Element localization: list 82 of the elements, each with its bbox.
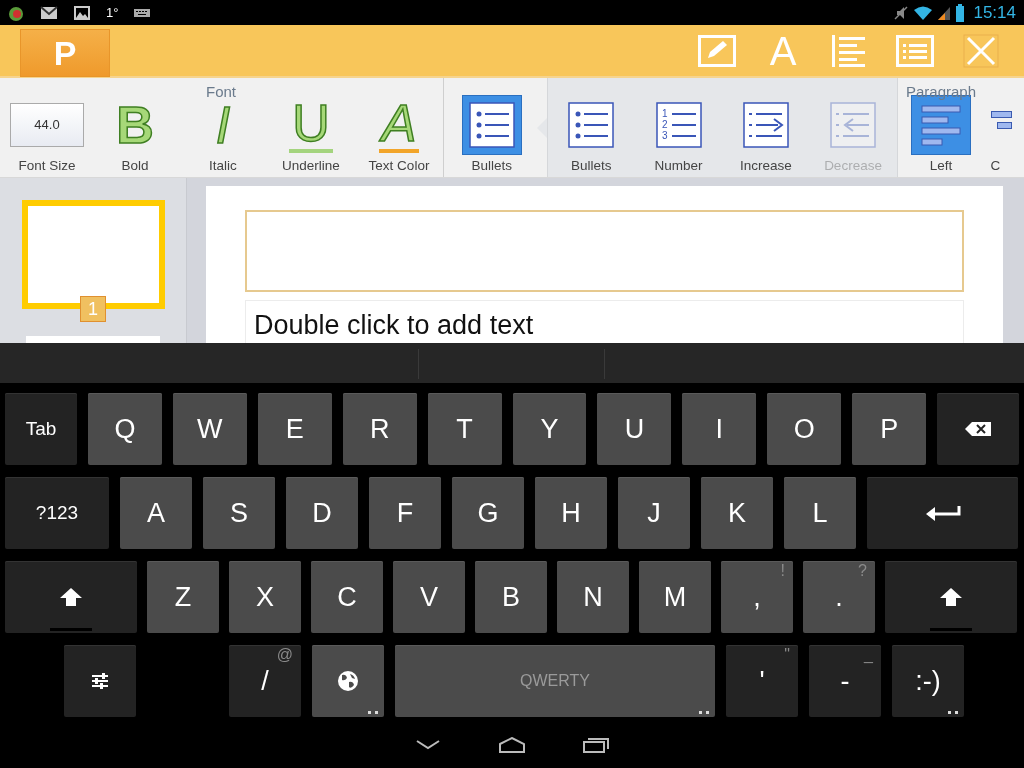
key[interactable]: P — [852, 393, 927, 465]
key[interactable]: X — [229, 561, 301, 633]
key[interactable]: K — [701, 477, 773, 549]
bullets-button[interactable]: Bullets — [547, 78, 635, 177]
key[interactable]: I — [682, 393, 757, 465]
key[interactable]: Y — [512, 393, 587, 465]
font-size-control[interactable]: 44.0 Font Size — [3, 78, 91, 177]
home-icon[interactable] — [498, 736, 526, 753]
key[interactable]: V — [393, 561, 465, 633]
clock-text: 15:14 — [973, 1, 1016, 24]
globe-key[interactable] — [312, 645, 384, 717]
key-hint: " — [784, 647, 790, 663]
shift-icon — [59, 587, 83, 607]
key[interactable]: :-) — [892, 645, 964, 717]
key[interactable]: S — [203, 477, 275, 549]
enter-icon — [924, 504, 961, 522]
wifi-icon — [913, 4, 934, 21]
bold-icon: B — [116, 99, 154, 152]
font-size-field[interactable]: 44.0 — [10, 103, 84, 148]
key[interactable]: D — [286, 477, 358, 549]
increase-button[interactable]: Increase — [722, 78, 810, 177]
key[interactable]: H — [535, 477, 607, 549]
backspace-key[interactable] — [937, 393, 1020, 465]
shift-key[interactable] — [885, 561, 1017, 633]
key[interactable]: / @ — [229, 645, 301, 717]
key[interactable]: W — [172, 393, 247, 465]
keyboard-icon — [134, 7, 151, 18]
key[interactable]: G — [452, 477, 524, 549]
app-notification-icon — [8, 4, 24, 21]
key[interactable]: J — [618, 477, 690, 549]
align-center-button[interactable]: C — [984, 78, 1024, 177]
key[interactable]: O — [767, 393, 842, 465]
key[interactable]: Z — [147, 561, 219, 633]
key[interactable]: F — [369, 477, 441, 549]
mute-icon — [893, 4, 910, 21]
italic-icon: I — [215, 99, 231, 152]
slide-number: 1 — [80, 296, 106, 322]
indent-icon — [742, 102, 789, 149]
key[interactable]: E — [257, 393, 332, 465]
align-center-icon — [990, 111, 1013, 130]
number-button[interactable]: 1 2 3 Number — [634, 78, 723, 177]
key[interactable]: T — [427, 393, 502, 465]
key[interactable]: A — [120, 477, 192, 549]
key-hint: _ — [864, 647, 873, 663]
settings-icon — [91, 673, 109, 689]
recent-apps-icon[interactable] — [583, 736, 609, 753]
key[interactable]: . ? — [803, 561, 875, 633]
shift-key[interactable] — [5, 561, 137, 633]
key-hint: @ — [276, 647, 293, 663]
settings-key[interactable] — [64, 645, 136, 717]
temperature-text: 1° — [106, 3, 119, 22]
tab-key[interactable]: Tab — [5, 393, 77, 465]
outdent-icon — [830, 102, 876, 149]
key[interactable]: C — [311, 561, 383, 633]
image-icon — [74, 5, 90, 20]
mail-icon — [40, 5, 58, 20]
backspace-icon — [964, 421, 993, 437]
bullet-list-icon — [568, 102, 615, 149]
key[interactable]: , ! — [721, 561, 793, 633]
key[interactable]: - _ — [809, 645, 881, 717]
key-hint: ! — [780, 563, 785, 579]
key[interactable]: R — [342, 393, 417, 465]
shift-icon — [939, 587, 963, 607]
bullet-list-icon — [468, 102, 515, 149]
key[interactable]: Q — [87, 393, 162, 465]
key[interactable]: ' " — [726, 645, 798, 717]
bullets-button[interactable]: Bullets — [444, 78, 540, 177]
key[interactable]: L — [784, 477, 856, 549]
key[interactable]: N — [557, 561, 629, 633]
globe-icon — [337, 670, 359, 692]
group-label: Font — [206, 82, 236, 102]
underline-button[interactable]: U Underline — [267, 78, 355, 177]
bold-button[interactable]: B Bold — [91, 78, 179, 177]
numbered-list-icon: 1 2 3 — [655, 102, 702, 149]
color-button[interactable]: A Text Color — [355, 78, 443, 177]
key-hint: ? — [858, 563, 867, 579]
battery-icon — [955, 3, 966, 22]
symbols-key[interactable]: ?123 — [5, 477, 109, 549]
back-icon[interactable] — [416, 739, 440, 750]
key[interactable]: U — [597, 393, 672, 465]
key[interactable]: M — [639, 561, 711, 633]
key[interactable]: B — [475, 561, 547, 633]
